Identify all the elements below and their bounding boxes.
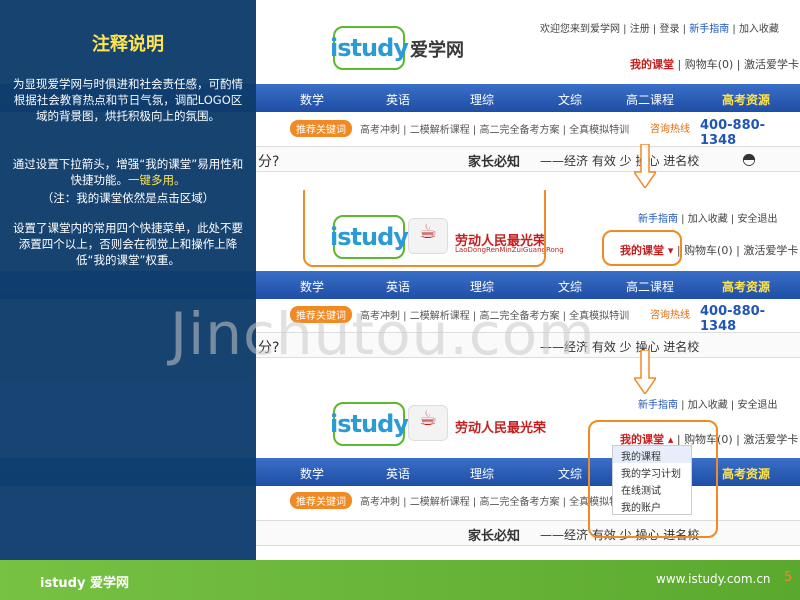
hotline-number: 400-880-1348 [700,118,766,148]
favorite-link-c[interactable]: 加入收藏 [688,400,728,411]
keyword-tag-c: 推荐关键词 [290,492,352,509]
favorite-link[interactable]: 加入收藏 [739,24,779,35]
stamp-text-c: 劳动人民最光荣 [455,421,547,436]
logout-link-c[interactable]: 安全退出 [737,400,777,411]
my-course-row: 我的课堂 | 购物车(0) | 激活爱学卡 [630,58,799,71]
keyword-tag: 推荐关键词 [290,120,352,137]
footer-url: www.istudy.com.cn [656,572,771,586]
top-links: 欢迎您来到爱学网 | 注册 | 登录 | 新手指南 | 加入收藏 [540,24,779,35]
nav-arts[interactable]: 文综 [558,91,582,108]
istudy-logo-c[interactable]: istudy [330,402,409,446]
hotline-number-b: 400-880-1348 [700,304,766,334]
istudy-logo[interactable]: istudy [330,26,409,70]
guide-link-c[interactable]: 新手指南 [638,400,678,411]
hotline-label-b: 咨询热线 [650,310,690,321]
nav-science-b[interactable]: 理综 [470,278,494,295]
footer: istudy 爱学网 www.istudy.com.cn 5 [0,560,800,600]
search-placeholder: 分? [258,154,280,170]
activate-link-c[interactable]: 激活爱学卡 [743,433,798,446]
mycourse-callout [602,230,682,266]
pan-icon: ◓ [742,149,756,168]
nav-english-c[interactable]: 英语 [386,465,410,482]
teacup-icon-c: ☕ [408,405,448,441]
activate-link-b[interactable]: 激活爱学卡 [743,244,798,257]
menu-callout [588,420,718,538]
my-course-link[interactable]: 我的课堂 [630,58,674,71]
guide-link[interactable]: 新手指南 [689,24,729,35]
annotation-panel: 注释说明 为显现爱学网与时俱进和社会责任感，可酌情根据社会教育热点和节日气氛，调… [0,0,256,560]
page-number: 5 [784,570,793,585]
parent-heading-c: 家长必知 [468,529,521,544]
annotation-p2c: （注：我的课堂依然是点击区域） [41,191,215,205]
down-arrow-icon [634,144,656,188]
cart-link[interactable]: 购物车(0) [685,58,734,71]
parent-heading: 家长必知 [468,155,521,170]
logo-callout [303,190,546,267]
guide-link-b[interactable]: 新手指南 [638,214,678,225]
annotation-title: 注释说明 [92,34,164,55]
logo-cn: 爱学网 [410,40,464,61]
nav-math-b[interactable]: 数学 [300,278,324,295]
annotation-p3: 设置了课堂内的常用四个快捷菜单，此处不要添置四个以上，否则会在视觉上和操作上降低… [13,221,243,267]
activate-link[interactable]: 激活爱学卡 [744,58,799,71]
footer-logo: istudy 爱学网 [40,576,129,591]
parent-slogan: ——经济 有效 少 操心 进名校 [540,154,700,168]
nav-science-c[interactable]: 理综 [470,465,494,482]
nav-math[interactable]: 数学 [300,91,324,108]
nav-gaokao-b[interactable]: 高考资源 [722,278,770,295]
nav-grade2[interactable]: 高二课程 [626,91,674,108]
favorite-link-b[interactable]: 加入收藏 [688,214,728,225]
annotation-p2a: 通过设置下拉箭头，增强“我的课堂”易用性和快捷功能。一键多用。 [10,156,246,188]
nav-math-c[interactable]: 数学 [300,465,324,482]
register-link[interactable]: 注册 [630,24,650,35]
top-links-c: 新手指南 | 加入收藏 | 安全退出 [638,400,778,411]
nav-english[interactable]: 英语 [386,91,410,108]
nav-gaokao-c[interactable]: 高考资源 [722,465,770,482]
watermark: Jinchutou.com [170,300,596,368]
login-link[interactable]: 登录 [659,24,679,35]
nav-grade2-b[interactable]: 高二课程 [626,278,674,295]
nav-science[interactable]: 理综 [470,91,494,108]
keyword-list[interactable]: 高考冲刺 | 二模解析课程 | 高二完全备考方案 | 全真模拟特训 [360,121,629,136]
annotation-p2b: 一键多用。 [128,173,186,187]
nav-gaokao[interactable]: 高考资源 [722,91,770,108]
nav-arts-b[interactable]: 文综 [558,278,582,295]
down-arrow-icon [634,350,656,394]
nav-arts-c[interactable]: 文综 [558,465,582,482]
top-links-b: 新手指南 | 加入收藏 | 安全退出 [638,214,778,225]
logout-link-b[interactable]: 安全退出 [737,214,777,225]
cart-link-b[interactable]: 购物车(0) [684,244,733,257]
nav-english-b[interactable]: 英语 [386,278,410,295]
annotation-p1: 为显现爱学网与时俱进和社会责任感，可酌情根据社会教育热点和节日气氛，调配LOGO… [13,77,243,123]
hotline-label: 咨询热线 [650,124,690,135]
welcome-text: 欢迎您来到爱学网 [540,24,620,35]
